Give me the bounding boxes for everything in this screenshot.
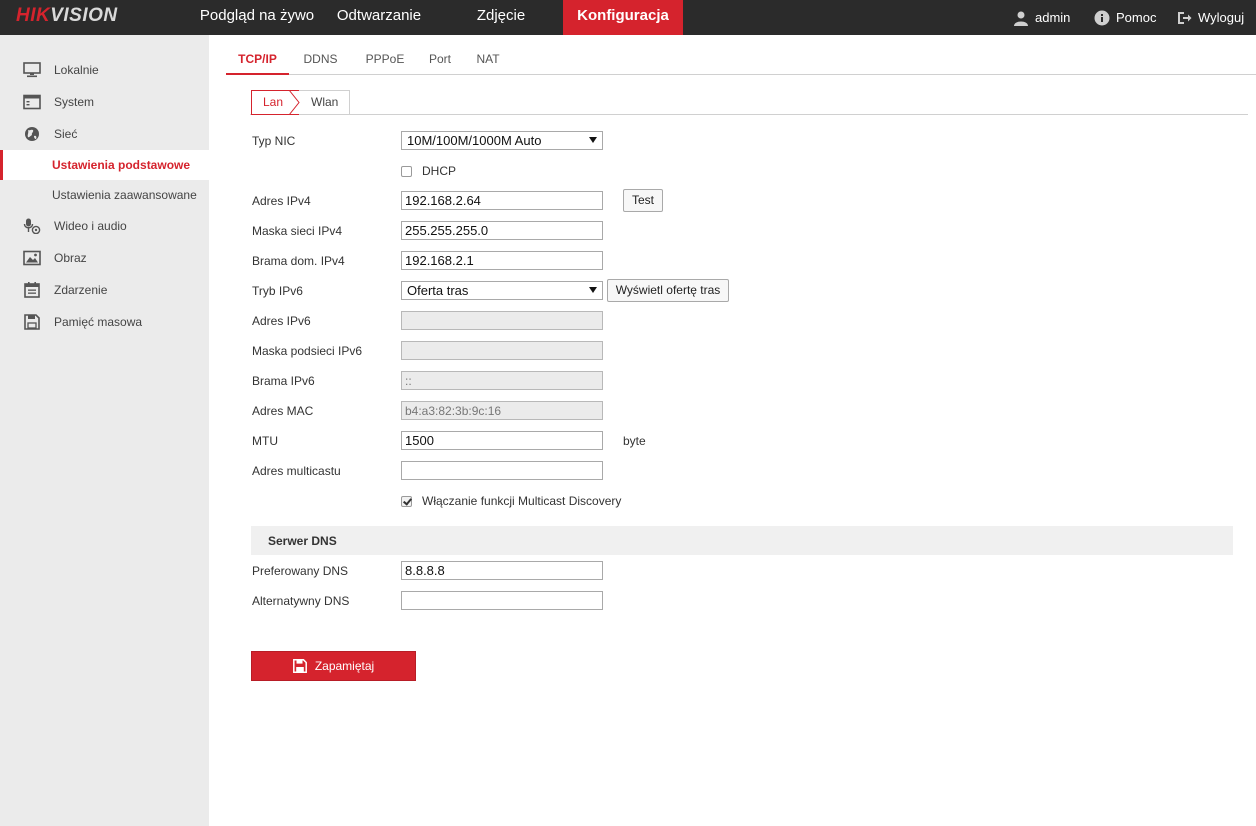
nav-live-view[interactable]: Podgląd na żywo bbox=[190, 0, 324, 35]
tab-pppoe[interactable]: PPPoE bbox=[356, 45, 414, 74]
globe-icon bbox=[25, 127, 39, 141]
mtu-input[interactable] bbox=[401, 431, 603, 450]
logo-text-white: VISION bbox=[50, 5, 118, 26]
dhcp-label: DHCP bbox=[422, 164, 457, 178]
hikvision-logo: HIKVISION bbox=[16, 5, 118, 27]
picture-icon bbox=[23, 250, 41, 266]
sidebar-item-event[interactable]: Zdarzenie bbox=[0, 275, 209, 305]
preferred-dns-input[interactable] bbox=[401, 561, 603, 580]
multicast-discovery-checkbox[interactable] bbox=[401, 496, 412, 507]
preferred-dns-label: Preferowany DNS bbox=[252, 564, 349, 578]
alternate-dns-input[interactable] bbox=[401, 591, 603, 610]
nic-type-label: Typ NIC bbox=[252, 134, 296, 148]
window-icon bbox=[23, 94, 41, 110]
user-menu[interactable]: admin bbox=[1013, 0, 1070, 35]
test-button[interactable]: Test bbox=[623, 189, 663, 212]
save-button[interactable]: Zapamiętaj bbox=[251, 651, 416, 681]
floppy-disk-icon bbox=[24, 314, 40, 330]
tab-tcpip[interactable]: TCP/IP bbox=[226, 45, 289, 75]
nav-picture[interactable]: Zdjęcie bbox=[462, 0, 540, 35]
ipv6-address-input bbox=[401, 311, 603, 330]
logout-label: Wyloguj bbox=[1198, 10, 1245, 25]
tab-port[interactable]: Port bbox=[422, 45, 458, 74]
sidebar-item-network[interactable]: Sieć bbox=[0, 119, 209, 149]
ipv6-address-label: Adres IPv6 bbox=[252, 314, 311, 328]
subtabs-divider bbox=[250, 114, 1248, 115]
nav-playback[interactable]: Odtwarzanie bbox=[326, 0, 432, 35]
microphone-icon bbox=[23, 218, 41, 234]
multicast-discovery-label: Włączanie funkcji Multicast Discovery bbox=[422, 494, 622, 508]
sidebar-item-image[interactable]: Obraz bbox=[0, 243, 209, 273]
user-name: admin bbox=[1035, 10, 1071, 25]
help-link[interactable]: Pomoc bbox=[1094, 0, 1156, 35]
mac-address-label: Adres MAC bbox=[252, 404, 314, 418]
nav-configuration[interactable]: Konfiguracja bbox=[563, 0, 683, 35]
sidebar: Lokalnie System Sieć Ustawienia podstawo… bbox=[0, 35, 209, 826]
subtab-wlan[interactable]: Wlan bbox=[299, 90, 350, 115]
tab-ddns[interactable]: DDNS bbox=[294, 45, 347, 74]
sidebar-item-video-audio[interactable]: Wideo i audio bbox=[0, 211, 209, 241]
dns-section-header: Serwer DNS bbox=[251, 526, 1233, 555]
ipv6-mode-select[interactable]: Oferta tras bbox=[401, 281, 603, 300]
ipv4-input[interactable] bbox=[401, 191, 603, 210]
sidebar-label-storage: Pamięć masowa bbox=[54, 315, 143, 329]
mtu-label: MTU bbox=[252, 434, 278, 448]
ipv6-gateway-input bbox=[401, 371, 603, 390]
ipv6-mask-label: Maska podsieci IPv6 bbox=[252, 344, 363, 358]
sidebar-item-advanced-settings[interactable]: Ustawienia zaawansowane bbox=[0, 180, 209, 210]
sidebar-label-local: Lokalnie bbox=[54, 63, 99, 77]
ipv6-gateway-label: Brama IPv6 bbox=[252, 374, 315, 388]
sidebar-item-local[interactable]: Lokalnie bbox=[0, 55, 209, 85]
mac-address-input bbox=[401, 401, 603, 420]
dns-section-title: Serwer DNS bbox=[268, 534, 337, 548]
user-icon bbox=[1014, 11, 1028, 26]
logout-link[interactable]: Wyloguj bbox=[1177, 0, 1244, 35]
dhcp-checkbox[interactable] bbox=[401, 166, 412, 177]
monitor-icon bbox=[23, 62, 41, 78]
show-routes-button[interactable]: Wyświetl ofertę tras bbox=[607, 279, 729, 302]
dropdown-arrow-icon bbox=[589, 137, 597, 143]
ipv4-gateway-label: Brama dom. IPv4 bbox=[252, 254, 345, 268]
help-label: Pomoc bbox=[1116, 10, 1157, 25]
ipv6-mask-input bbox=[401, 341, 603, 360]
logout-icon bbox=[1178, 11, 1192, 24]
nic-type-value: 10M/100M/1000M Auto bbox=[407, 133, 542, 148]
sidebar-item-basic-settings[interactable]: Ustawienia podstawowe bbox=[0, 150, 209, 180]
dropdown-arrow-icon bbox=[589, 287, 597, 293]
sidebar-label-advanced-settings: Ustawienia zaawansowane bbox=[52, 188, 197, 202]
info-icon bbox=[1094, 10, 1110, 25]
alternate-dns-label: Alternatywny DNS bbox=[252, 594, 350, 608]
ipv4-mask-input[interactable] bbox=[401, 221, 603, 240]
logo-text-red: HIK bbox=[16, 5, 51, 26]
calendar-icon bbox=[24, 282, 40, 298]
sidebar-label-event: Zdarzenie bbox=[54, 283, 108, 297]
ipv6-mode-label: Tryb IPv6 bbox=[252, 284, 303, 298]
save-button-label: Zapamiętaj bbox=[314, 659, 375, 673]
ipv6-mode-value: Oferta tras bbox=[407, 283, 469, 298]
top-bar: HIKVISION Podgląd na żywo Odtwarzanie Zd… bbox=[0, 0, 1256, 35]
ipv4-gateway-input[interactable] bbox=[401, 251, 603, 270]
mtu-unit: byte bbox=[623, 434, 646, 448]
sidebar-label-video-audio: Wideo i audio bbox=[54, 219, 127, 233]
sidebar-label-network: Sieć bbox=[54, 127, 78, 141]
ipv4-mask-label: Maska sieci IPv4 bbox=[252, 224, 343, 238]
sidebar-item-system[interactable]: System bbox=[0, 87, 209, 117]
multicast-address-label: Adres multicastu bbox=[252, 464, 341, 478]
sidebar-label-image: Obraz bbox=[54, 251, 87, 265]
settings-tabs: TCP/IP DDNS PPPoE Port NAT bbox=[226, 45, 1256, 75]
sidebar-label-basic-settings: Ustawienia podstawowe bbox=[52, 158, 191, 172]
sidebar-label-system: System bbox=[54, 95, 95, 109]
nic-type-select[interactable]: 10M/100M/1000M Auto bbox=[401, 131, 603, 150]
multicast-address-input[interactable] bbox=[401, 461, 603, 480]
subtab-arrow bbox=[289, 90, 300, 115]
tab-nat[interactable]: NAT bbox=[470, 45, 506, 74]
sidebar-item-storage[interactable]: Pamięć masowa bbox=[0, 307, 209, 337]
save-icon bbox=[292, 659, 307, 673]
ipv4-label: Adres IPv4 bbox=[252, 194, 311, 208]
